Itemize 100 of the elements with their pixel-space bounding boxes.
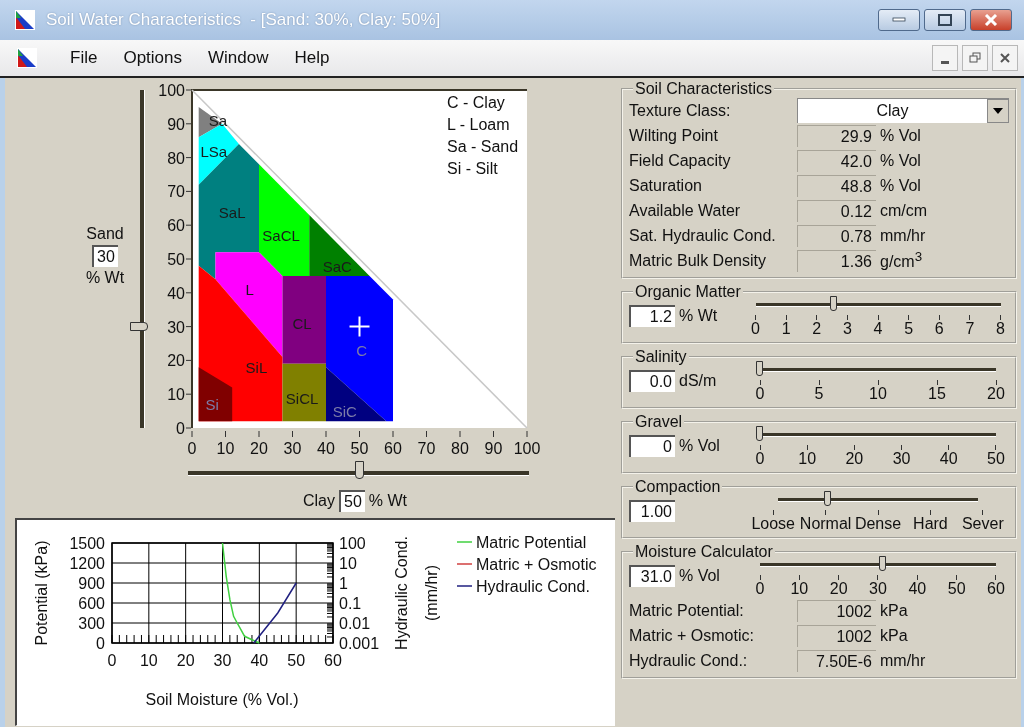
sand-label: Sand: [86, 225, 124, 243]
minimize-button[interactable]: [878, 9, 920, 31]
value-input[interactable]: 31.0: [629, 565, 675, 587]
value-input[interactable]: 0.0: [629, 370, 675, 392]
slider-thumb[interactable]: [354, 460, 364, 479]
axis-tick-label: 0: [96, 635, 105, 652]
value-field: 7.50E-6: [797, 649, 876, 672]
value-field: 48.8: [797, 174, 876, 197]
window-title: Soil Water Characteristics - [Sand: 30%, Clay: 50%]: [46, 10, 441, 30]
group-title: Moisture Calculator: [634, 543, 774, 561]
maximize-button[interactable]: [924, 9, 966, 31]
value-field: 42.0: [797, 149, 876, 172]
menu-item[interactable]: File: [66, 48, 102, 68]
tick-label: 15: [928, 385, 946, 403]
axis-tick-label: 0.01: [339, 615, 371, 632]
legend-entry: Sa - Sand: [447, 138, 519, 155]
axis-tick-label: 80: [167, 149, 185, 167]
axis-tick-label: 90: [167, 115, 185, 133]
tick-label: Loose: [751, 515, 795, 533]
axis-tick-label: 600: [78, 595, 105, 612]
axis-tick-label: 60: [167, 217, 185, 235]
tick-label: 2: [812, 320, 822, 338]
close-button[interactable]: [992, 45, 1018, 71]
texture-class-dropdown[interactable]: Clay: [797, 98, 1009, 123]
minimize-button[interactable]: [932, 45, 958, 71]
restore-icon: [969, 52, 981, 64]
field-label: Matric + Osmotic:: [629, 626, 755, 645]
field-label: Available Water: [629, 201, 742, 220]
field-label: Saturation: [629, 176, 703, 195]
slider-thumb[interactable]: [824, 491, 831, 506]
minimize-icon: [941, 60, 949, 64]
region-label: SiC: [332, 403, 357, 421]
menu-item[interactable]: Window: [204, 48, 273, 68]
region-label: SaL: [218, 203, 246, 221]
tick-label: 4: [873, 320, 883, 338]
tick-label: 20: [845, 450, 864, 468]
axis-tick-label: 100: [158, 82, 185, 99]
axis-tick-label: 90: [484, 440, 503, 457]
region-label: L: [245, 281, 254, 299]
legend-entry: Matric + Osmotic: [476, 556, 597, 573]
unit-label: dS/m: [679, 372, 717, 390]
tick-label: 8: [996, 320, 1005, 338]
axis-tick-label: 60: [324, 652, 342, 669]
axis-tick-label: 60: [384, 440, 402, 457]
region-label: Sa: [208, 112, 228, 130]
slider-thumb[interactable]: [878, 556, 886, 571]
slider-thumb[interactable]: [756, 361, 763, 376]
axis-tick-label: 20: [176, 652, 195, 669]
axis-tick-label: 900: [78, 575, 105, 592]
axis-tick-label: 1200: [69, 555, 105, 572]
menu-item[interactable]: Help: [290, 48, 334, 68]
axis-tick-label: 70: [167, 183, 185, 201]
region-label: C: [356, 342, 367, 360]
tick-label: 1: [781, 320, 791, 338]
region-label: CL: [292, 315, 312, 333]
slider-thumb[interactable]: [756, 426, 763, 441]
unit-label: g/cm$^{3}$: [880, 249, 923, 272]
axis-tick-label: 30: [213, 652, 232, 669]
tick-label: 50: [947, 580, 966, 598]
dropdown-arrow-icon: [993, 108, 1003, 114]
value-input[interactable]: 0: [629, 435, 675, 457]
tick-label: 40: [939, 450, 958, 468]
tick-label: Hard: [913, 515, 948, 533]
axis-tick-label: 20: [250, 440, 268, 457]
axis-title: Potential (kPa): [33, 540, 50, 646]
axis-tick-label: 40: [250, 652, 269, 669]
axis-tick-label: 0: [187, 440, 197, 457]
unit-label: kPa: [880, 626, 908, 645]
axis-tick-label: 1: [339, 575, 348, 592]
legend-entry: C - Clay: [447, 94, 505, 111]
sand-unit: % Wt: [85, 269, 125, 287]
axis-tick-label: 50: [350, 440, 369, 457]
close-button[interactable]: [970, 9, 1012, 31]
region-label: SiL: [245, 359, 268, 377]
sand-input[interactable]: 30: [92, 245, 118, 267]
field-label: Hydraulic Cond.:: [629, 651, 749, 670]
slider-thumb[interactable]: [130, 321, 148, 331]
value-field: 1.36: [797, 249, 876, 272]
unit-label: % Vol: [679, 437, 720, 455]
tick-label: 3: [842, 320, 852, 338]
group-title: Gravel: [634, 413, 684, 431]
app-icon[interactable]: [16, 47, 38, 69]
tick-label: 30: [869, 580, 887, 598]
unit-label: % Vol: [880, 126, 921, 145]
value-field: 1002: [797, 624, 876, 647]
axis-tick-label: 10: [339, 555, 357, 572]
tick-label: Normal: [799, 515, 852, 533]
legend-entry: Si - Silt: [447, 160, 498, 177]
axis-tick-label: 100: [513, 440, 540, 457]
axis-tick-label: 0.001: [339, 635, 380, 652]
app-icon: [14, 9, 36, 31]
menu-item[interactable]: Options: [119, 48, 186, 68]
value-input[interactable]: 1.00: [629, 500, 675, 522]
close-icon: [999, 52, 1011, 64]
clay-label: Clay: [303, 492, 335, 510]
slider-thumb[interactable]: [829, 296, 837, 311]
axis-tick-label: 70: [417, 440, 436, 457]
value-input[interactable]: 1.2: [629, 305, 675, 327]
maximize-icon: [938, 14, 952, 26]
clay-input[interactable]: 50: [339, 490, 365, 512]
